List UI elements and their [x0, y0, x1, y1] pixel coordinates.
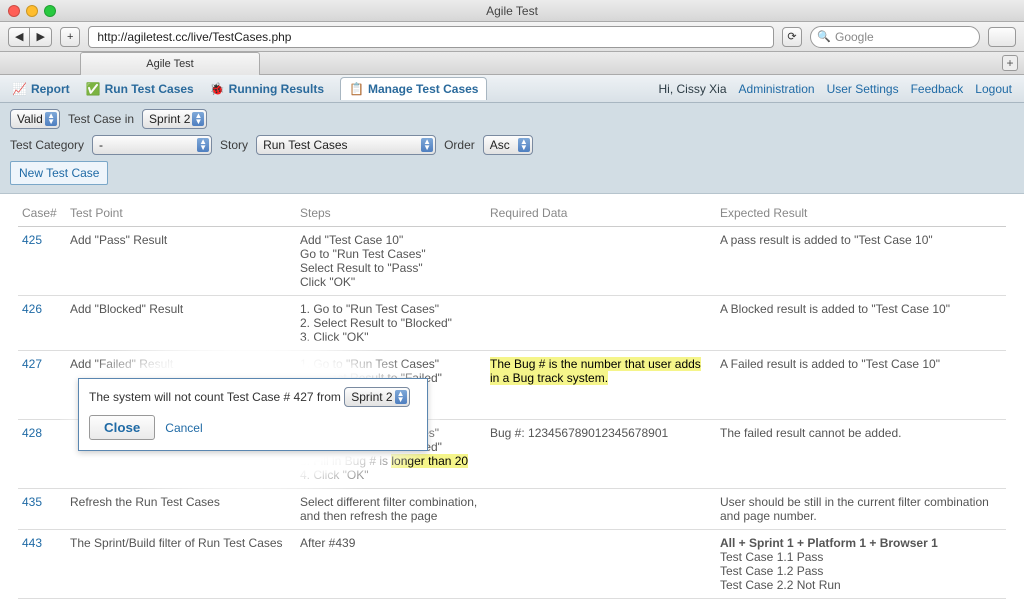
link-feedback[interactable]: Feedback — [911, 82, 964, 96]
nav-run-test-cases[interactable]: ✅Run Test Cases — [86, 82, 194, 96]
required-data — [486, 489, 716, 530]
expected-result: A Failed result is added to "Test Case 1… — [716, 351, 1006, 420]
required-data: The Bug # is the number that user adds i… — [486, 351, 716, 420]
table-row: 426 Add "Blocked" Result1. Go to "Run Tes… — [18, 296, 1006, 351]
validity-select[interactable]: Valid▲▼ — [10, 109, 60, 129]
case-link[interactable]: 435 — [22, 495, 42, 509]
nav-manage-test-cases[interactable]: 📋Manage Test Cases — [340, 77, 487, 100]
reload-button[interactable]: ⟳ — [782, 27, 802, 47]
window-title: Agile Test — [0, 4, 1024, 18]
expected-result: All + Sprint 1 + Platform 1 + Browser 1T… — [716, 530, 1006, 599]
link-user-settings[interactable]: User Settings — [827, 82, 899, 96]
sprint-select[interactable]: Sprint 2▲▼ — [142, 109, 207, 129]
table-row: 425 Add "Pass" ResultAdd "Test Case 10"Go… — [18, 227, 1006, 296]
required-data: Bug #: 123456789012345678901 — [486, 420, 716, 489]
label-order: Order — [444, 138, 475, 152]
url-text: http://agiletest.cc/live/TestCases.php — [97, 30, 291, 44]
steps: After #439 — [296, 530, 486, 599]
case-link[interactable]: 426 — [22, 302, 42, 316]
required-data — [486, 530, 716, 599]
label-category: Test Category — [10, 138, 84, 152]
test-point: The Sprint/Build filter of Run Test Case… — [66, 530, 296, 599]
col-exp: Expected Result — [716, 200, 1006, 227]
filters-bar: Valid▲▼ Test Case in Sprint 2▲▼ Test Cat… — [0, 103, 1024, 194]
back-button[interactable]: ◀ — [8, 27, 29, 47]
search-placeholder: Google — [835, 30, 874, 44]
bug-icon: 🐞 — [210, 82, 225, 96]
expected-result: The failed result cannot be added. — [716, 420, 1006, 489]
col-point: Test Point — [66, 200, 296, 227]
order-select[interactable]: Asc▲▼ — [483, 135, 533, 155]
required-data — [486, 296, 716, 351]
address-bar[interactable]: http://agiletest.cc/live/TestCases.php — [88, 26, 774, 48]
app-nav: 📈Report ✅Run Test Cases 🐞Running Results… — [0, 75, 1024, 103]
col-req: Required Data — [486, 200, 716, 227]
tab-strip: Agile Test + — [0, 52, 1024, 75]
test-point: Add "Pass" Result — [66, 227, 296, 296]
expected-result: User should be still in the current filt… — [716, 489, 1006, 530]
forward-button[interactable]: ▶ — [29, 27, 51, 47]
expected-result: A pass result is added to "Test Case 10" — [716, 227, 1006, 296]
nav-running-results[interactable]: 🐞Running Results — [210, 82, 324, 96]
sidebar-toggle-icon[interactable] — [988, 27, 1016, 47]
link-logout[interactable]: Logout — [975, 82, 1012, 96]
window-titlebar: Agile Test — [0, 0, 1024, 22]
case-link[interactable]: 427 — [22, 357, 42, 371]
new-test-case-button[interactable]: New Test Case — [10, 161, 108, 185]
add-bookmark-button[interactable]: + — [60, 27, 80, 47]
steps: 1. Go to "Run Test Cases"2. Select Resul… — [296, 296, 486, 351]
confirm-dialog: The system will not count Test Case # 42… — [78, 378, 428, 451]
check-icon: ✅ — [86, 82, 101, 96]
story-select[interactable]: Run Test Cases▲▼ — [256, 135, 436, 155]
expected-result: A Blocked result is added to "Test Case … — [716, 296, 1006, 351]
dialog-msg: The system will not count Test Case # 42… — [89, 390, 341, 404]
case-link[interactable]: 428 — [22, 426, 42, 440]
case-link[interactable]: 425 — [22, 233, 42, 247]
steps: Add "Test Case 10"Go to "Run Test Cases"… — [296, 227, 486, 296]
label-story: Story — [220, 138, 248, 152]
steps: Select different filter combination, and… — [296, 489, 486, 530]
dialog-sprint-select[interactable]: Sprint 2▲▼ — [344, 387, 409, 407]
browser-toolbar: ◀ ▶ + http://agiletest.cc/live/TestCases… — [0, 22, 1024, 52]
case-link[interactable]: 443 — [22, 536, 42, 550]
chart-icon: 📈 — [12, 82, 27, 96]
new-tab-button[interactable]: + — [1002, 55, 1018, 71]
test-point: Refresh the Run Test Cases — [66, 489, 296, 530]
test-point: Add "Blocked" Result — [66, 296, 296, 351]
required-data — [486, 227, 716, 296]
dialog-cancel-link[interactable]: Cancel — [165, 421, 202, 435]
col-steps: Steps — [296, 200, 486, 227]
greeting: Hi, Cissy Xia — [659, 82, 727, 96]
tab-label: Agile Test — [146, 58, 194, 70]
table-row: 443 The Sprint/Build filter of Run Test C… — [18, 530, 1006, 599]
table-row: 435 Refresh the Run Test CasesSelect diff… — [18, 489, 1006, 530]
label-case-in: Test Case in — [68, 112, 134, 126]
nav-report[interactable]: 📈Report — [12, 82, 70, 96]
browser-tab[interactable]: Agile Test — [80, 52, 260, 75]
category-select[interactable]: -▲▼ — [92, 135, 212, 155]
search-field[interactable]: Google — [810, 26, 980, 48]
link-administration[interactable]: Administration — [739, 82, 815, 96]
grid-icon: 📋 — [349, 82, 364, 96]
col-case: Case# — [18, 200, 66, 227]
dialog-close-button[interactable]: Close — [89, 415, 155, 440]
